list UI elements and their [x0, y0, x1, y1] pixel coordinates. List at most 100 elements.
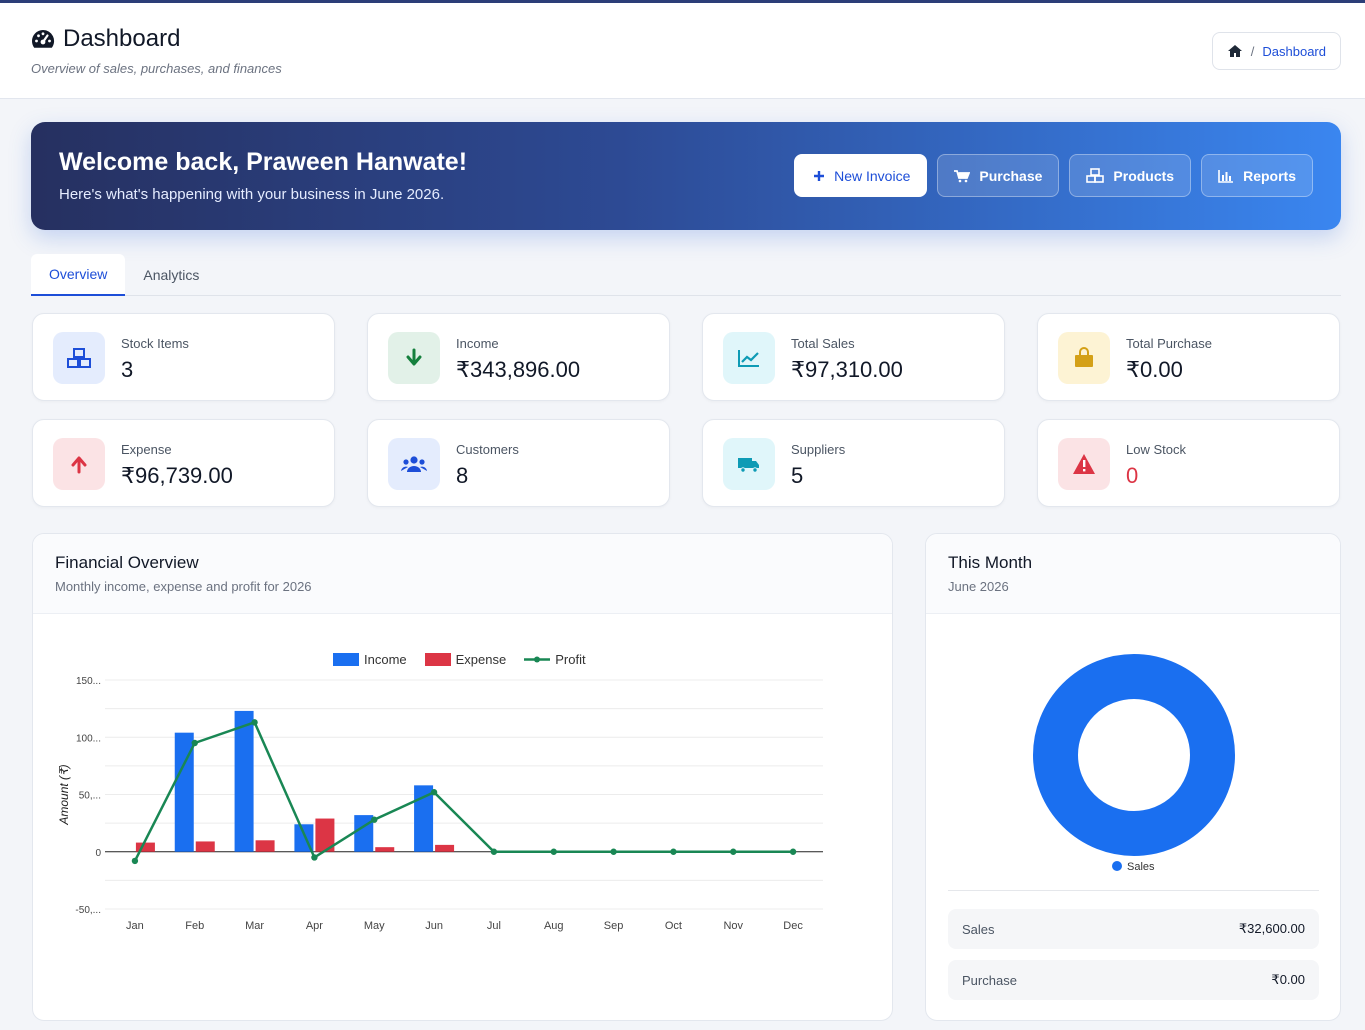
- profit-point: [191, 739, 198, 747]
- x-tick-label: Apr: [306, 920, 323, 932]
- x-tick-label: Oct: [665, 920, 682, 932]
- row-value: ₹0.00: [1271, 972, 1305, 987]
- arrow-down-icon: [388, 332, 440, 384]
- stat-label: Stock Items: [121, 336, 189, 351]
- profit-point: [371, 816, 378, 823]
- profit-point: [670, 848, 677, 855]
- stat-label: Customers: [456, 442, 519, 457]
- purchase-label: Purchase: [979, 167, 1043, 184]
- stat-label: Expense: [121, 442, 172, 457]
- profit-point: [610, 848, 617, 855]
- cubes-icon: [1086, 167, 1105, 183]
- y-tick-label: 0: [95, 848, 101, 859]
- stat-value: ₹96,739.00: [121, 463, 233, 488]
- dashboard-tabs: Overview Analytics: [31, 254, 1341, 296]
- y-tick-label: -50,...: [75, 905, 101, 916]
- quick-actions: New Invoice Purchase Products Reports: [794, 154, 1313, 197]
- profit-point: [131, 857, 139, 865]
- stat-label: Low Stock: [1126, 442, 1186, 457]
- stat-value: 0: [1126, 463, 1139, 488]
- shopping-bag-icon: [1058, 332, 1110, 384]
- x-tick-label: Mar: [245, 920, 264, 932]
- profit-point: [550, 848, 557, 855]
- donut-legend-label: Sales: [1127, 861, 1155, 873]
- row-value: ₹32,600.00: [1238, 921, 1305, 936]
- stat-value: 8: [456, 463, 469, 488]
- y-tick-label: 150...: [76, 676, 101, 687]
- cart-icon: [954, 169, 971, 182]
- page-subtitle: Overview of sales, purchases, and financ…: [31, 61, 282, 76]
- y-tick-label: 50,...: [79, 791, 101, 802]
- expense-bar: [255, 840, 275, 852]
- breadcrumb-separator: /: [1250, 43, 1255, 59]
- stat-card-total-sales: Total Sales ₹97,310.00: [702, 313, 1005, 401]
- y-tick-label: 100...: [76, 733, 101, 744]
- panel-subtitle: June 2026: [948, 579, 1009, 594]
- bar-chart-icon: [1218, 169, 1234, 183]
- stat-card-stock-items: Stock Items 3: [32, 313, 335, 401]
- products-label: Products: [1113, 167, 1175, 184]
- x-tick-label: Feb: [185, 920, 204, 932]
- income-bar: [234, 710, 254, 852]
- panel-title: Financial Overview: [55, 553, 199, 572]
- cubes-icon: [53, 332, 105, 384]
- x-tick-label: Jun: [425, 920, 443, 932]
- expense-bar: [435, 844, 455, 852]
- donut-legend-marker: [1112, 861, 1122, 871]
- stat-value: 3: [121, 357, 134, 382]
- expense-bar: [195, 841, 215, 852]
- new-invoice-button[interactable]: New Invoice: [794, 154, 928, 197]
- panel-title: This Month: [948, 553, 1033, 572]
- warning-icon: [1058, 438, 1110, 490]
- welcome-heading: Welcome back, Praween Hanwate!: [59, 148, 468, 176]
- stat-value: 5: [791, 463, 804, 488]
- reports-label: Reports: [1243, 167, 1296, 184]
- welcome-message: Here's what's happening with your busine…: [59, 186, 445, 203]
- truck-icon: [723, 438, 775, 490]
- panel-subtitle: Monthly income, expense and profit for 2…: [55, 579, 312, 594]
- tab-overview[interactable]: Overview: [31, 254, 126, 296]
- products-button[interactable]: Products: [1069, 154, 1192, 197]
- stat-label: Income: [456, 336, 499, 351]
- row-label: Sales: [962, 921, 995, 937]
- stat-card-income: Income ₹343,896.00: [367, 313, 670, 401]
- profit-point: [311, 854, 318, 861]
- stat-label: Total Purchase: [1126, 336, 1212, 351]
- purchase-button[interactable]: Purchase: [937, 154, 1060, 197]
- new-invoice-label: New Invoice: [834, 167, 911, 184]
- plus-icon: [814, 170, 825, 181]
- welcome-banner: Welcome back, Praween Hanwate! Here's wh…: [31, 122, 1341, 230]
- this-month-panel: This Month June 2026 Sales Sales ₹32,600…: [925, 533, 1341, 1021]
- stat-label: Suppliers: [791, 442, 846, 457]
- stat-value: ₹0.00: [1126, 357, 1183, 382]
- profit-point: [490, 848, 498, 855]
- stat-card-customers: Customers 8: [367, 419, 670, 507]
- donut-slice: [1033, 654, 1235, 856]
- profit-point: [251, 719, 258, 726]
- profit-line: [133, 720, 794, 862]
- profit-point: [789, 848, 797, 855]
- tachometer-icon: [32, 29, 55, 48]
- home-icon[interactable]: [1227, 44, 1243, 58]
- breadcrumb-current[interactable]: Dashboard: [1262, 44, 1326, 59]
- month-row-sales: Sales ₹32,600.00: [948, 909, 1319, 949]
- income-bar: [354, 815, 374, 852]
- financial-chart: 150... 100... 50,... 0 -50,... Amount (₹) Jan F…: [57, 676, 823, 932]
- page-title: Dashboard: [31, 25, 180, 53]
- sales-donut-chart: Sales: [1033, 654, 1235, 873]
- page-header: Dashboard Overview of sales, purchases, …: [0, 3, 1365, 99]
- x-tick-label: Jan: [126, 920, 144, 932]
- profit-point: [430, 789, 438, 796]
- x-tick-label: Sep: [604, 920, 624, 932]
- x-tick-label: Aug: [544, 920, 564, 932]
- expense-bar: [375, 847, 395, 852]
- arrow-up-icon: [53, 438, 105, 490]
- financial-overview-panel: Financial Overview Monthly income, expen…: [32, 533, 893, 1021]
- tab-analytics[interactable]: Analytics: [125, 254, 217, 296]
- reports-button[interactable]: Reports: [1201, 154, 1313, 197]
- x-tick-label: Jul: [487, 920, 501, 932]
- x-tick-label: Dec: [783, 920, 803, 932]
- month-row-purchase: Purchase ₹0.00: [948, 960, 1319, 1000]
- stat-card-suppliers: Suppliers 5: [702, 419, 1005, 507]
- row-label: Purchase: [962, 972, 1017, 988]
